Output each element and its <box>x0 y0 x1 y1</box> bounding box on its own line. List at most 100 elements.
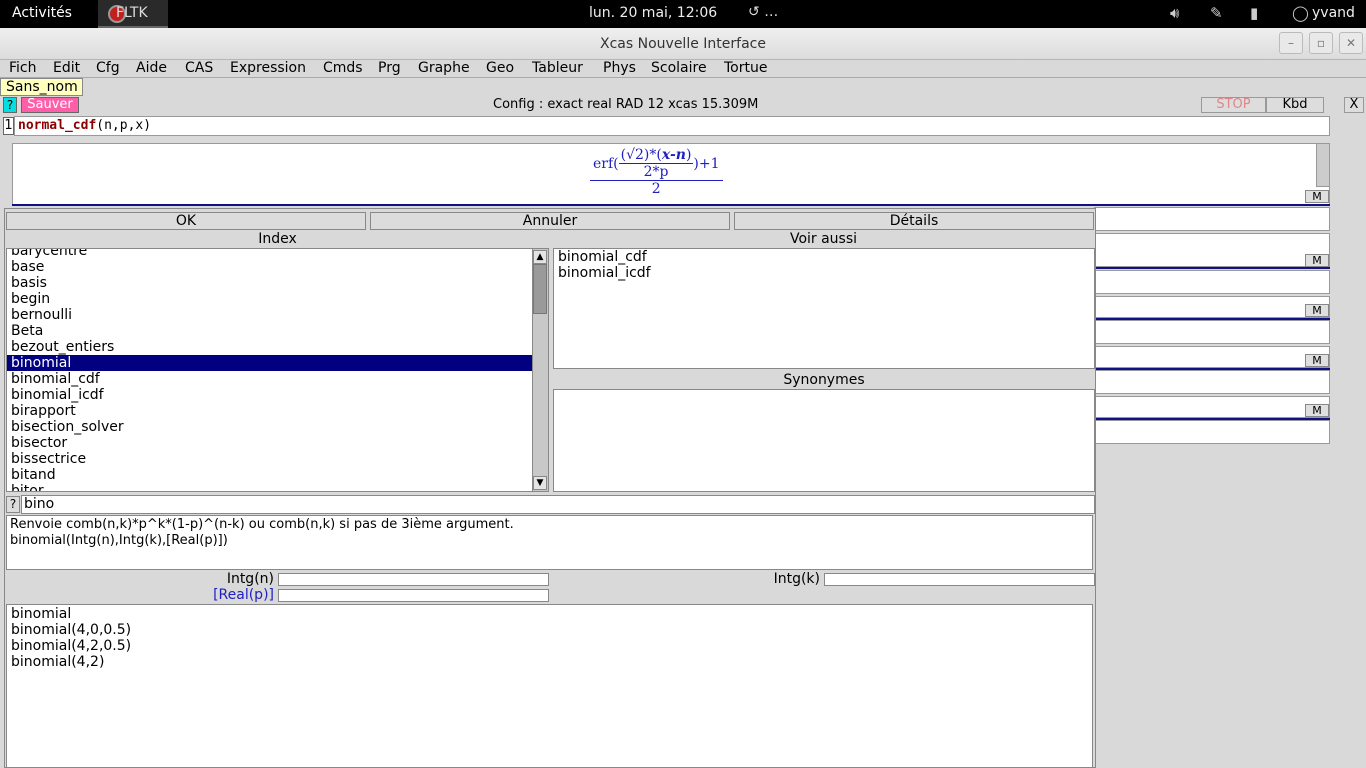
keyboard-button[interactable]: Kbd <box>1266 97 1324 113</box>
line-number: 1 <box>3 117 14 135</box>
list-item[interactable]: bissectrice <box>11 451 86 467</box>
list-item[interactable]: binomial_cdf <box>11 371 100 387</box>
m-button-2[interactable]: M <box>1305 254 1329 267</box>
list-item[interactable]: bitand <box>11 467 56 483</box>
list-item[interactable]: bitor <box>11 483 44 491</box>
config-status[interactable]: Config : exact real RAD 12 xcas 15.309M <box>493 97 758 112</box>
param-n-label: Intg(n) <box>226 571 274 587</box>
param-n-input[interactable] <box>278 573 549 586</box>
menu-phys[interactable]: Phys <box>603 60 636 76</box>
user-name[interactable]: yvand <box>1312 5 1355 21</box>
list-item[interactable]: bisection_solver <box>11 419 124 435</box>
bg-entry-4[interactable] <box>1094 320 1330 344</box>
description-box: Renvoie comb(n,k)*p^k*(1-p)^(n-k) ou com… <box>6 515 1093 570</box>
formula-output: erf( (√2)*(x-n) )+1 2*p 2 <box>590 147 723 197</box>
stop-button[interactable]: STOP <box>1201 97 1266 113</box>
menu-aide[interactable]: Aide <box>136 60 167 76</box>
see-also-header: Voir aussi <box>552 231 1095 247</box>
list-item[interactable]: bisector <box>11 435 67 451</box>
menu-bar: Fich Edit Cfg Aide CAS Expression Cmds P… <box>0 60 1366 78</box>
menu-cas[interactable]: CAS <box>185 60 213 76</box>
activities-button[interactable]: Activités <box>12 5 72 21</box>
clock[interactable]: lun. 20 mai, 12:06 <box>589 5 717 21</box>
list-item[interactable]: birapport <box>11 403 76 419</box>
command-args: (n,p,x) <box>96 118 152 133</box>
m-button-5[interactable]: M <box>1305 404 1329 417</box>
menu-scolaire[interactable]: Scolaire <box>651 60 707 76</box>
menu-tableur[interactable]: Tableur <box>532 60 583 76</box>
history-icon[interactable]: ↺ … <box>748 4 778 20</box>
menu-fich[interactable]: Fich <box>9 60 37 76</box>
list-item[interactable]: begin <box>11 291 50 307</box>
history-label: … <box>764 4 779 20</box>
m-button-3[interactable]: M <box>1305 304 1329 317</box>
scroll-up-icon[interactable]: ▲ <box>533 250 547 264</box>
example-item[interactable]: binomial(4,0,0.5) <box>11 622 131 638</box>
cancel-button[interactable]: Annuler <box>370 212 730 230</box>
output-scrollbar[interactable] <box>1316 143 1330 187</box>
m-button-4[interactable]: M <box>1305 354 1329 367</box>
bg-entry-3[interactable] <box>1094 270 1330 294</box>
list-item-selected[interactable]: binomial <box>7 355 532 371</box>
menu-cfg[interactable]: Cfg <box>96 60 120 76</box>
ok-button[interactable]: OK <box>6 212 366 230</box>
menu-edit[interactable]: Edit <box>53 60 80 76</box>
examples-list[interactable]: binomial binomial(4,0,0.5) binomial(4,2,… <box>6 604 1093 768</box>
volume-icon[interactable]: 🔊︎ <box>1170 4 1179 22</box>
m-button-1[interactable]: M <box>1305 190 1329 203</box>
numerator-variable: x-n <box>661 147 686 163</box>
maximize-icon[interactable]: ▫ <box>1309 32 1333 54</box>
menu-geo[interactable]: Geo <box>486 60 514 76</box>
bg-output-5[interactable] <box>1094 396 1330 418</box>
example-item[interactable]: binomial(4,2) <box>11 654 104 670</box>
close-icon[interactable]: ✕ <box>1339 32 1363 54</box>
bg-entry-6[interactable] <box>1094 420 1330 444</box>
list-item[interactable]: bezout_entiers <box>11 339 114 355</box>
pen-icon[interactable]: ✎ <box>1210 4 1223 22</box>
close-session-button[interactable]: X <box>1344 97 1364 113</box>
list-item[interactable]: Beta <box>11 323 43 339</box>
app-name[interactable]: FLTK <box>116 5 148 21</box>
scroll-thumb[interactable] <box>533 264 547 314</box>
session-help-button[interactable]: ? <box>3 97 17 113</box>
list-item[interactable]: basis <box>11 275 47 291</box>
session-tab[interactable]: Sans_nom <box>0 78 83 96</box>
numerator-close: ) <box>685 147 692 163</box>
details-button[interactable]: Détails <box>734 212 1094 230</box>
index-list[interactable]: barycentre base basis begin bernoulli Be… <box>6 248 549 492</box>
search-help-button[interactable]: ? <box>6 496 20 513</box>
example-item[interactable]: binomial(4,2,0.5) <box>11 638 131 654</box>
bg-output-4[interactable] <box>1094 346 1330 368</box>
window-title: Xcas Nouvelle Interface <box>600 36 766 52</box>
minimize-icon[interactable]: – <box>1279 32 1303 54</box>
see-also-item[interactable]: binomial_cdf <box>558 249 647 265</box>
param-p-input[interactable] <box>278 589 549 602</box>
bg-entry-2[interactable] <box>1094 207 1330 231</box>
command-input[interactable]: normal_cdf(n,p,x) <box>14 116 1330 136</box>
menu-expression[interactable]: Expression <box>230 60 306 76</box>
bg-entry-5[interactable] <box>1094 370 1330 394</box>
param-k-input[interactable] <box>824 573 1095 586</box>
menu-tortue[interactable]: Tortue <box>724 60 767 76</box>
menu-cmds[interactable]: Cmds <box>323 60 363 76</box>
syntax-text: binomial(Intg(n),Intg(k),[Real(p)]) <box>10 533 228 548</box>
example-item[interactable]: binomial <box>11 606 71 622</box>
save-button[interactable]: Sauver <box>21 97 79 113</box>
list-item[interactable]: base <box>11 259 44 275</box>
scroll-down-icon[interactable]: ▼ <box>533 476 547 490</box>
bg-output-2[interactable] <box>1094 233 1330 267</box>
user-icon[interactable]: ◯ <box>1292 4 1309 22</box>
bg-output-3[interactable] <box>1094 296 1330 318</box>
menu-graphe[interactable]: Graphe <box>418 60 470 76</box>
list-item[interactable]: bernoulli <box>11 307 72 323</box>
list-item[interactable]: barycentre <box>11 249 87 259</box>
see-also-list[interactable]: binomial_cdf binomial_icdf <box>553 248 1095 369</box>
index-header: Index <box>6 231 549 247</box>
search-input[interactable]: bino <box>21 495 1095 514</box>
list-item[interactable]: binomial_icdf <box>11 387 104 403</box>
see-also-item[interactable]: binomial_icdf <box>558 265 651 281</box>
menu-prg[interactable]: Prg <box>378 60 401 76</box>
battery-icon[interactable]: ▮ <box>1250 4 1258 22</box>
level-separator-2 <box>1094 267 1330 269</box>
synonyms-list[interactable] <box>553 389 1095 492</box>
